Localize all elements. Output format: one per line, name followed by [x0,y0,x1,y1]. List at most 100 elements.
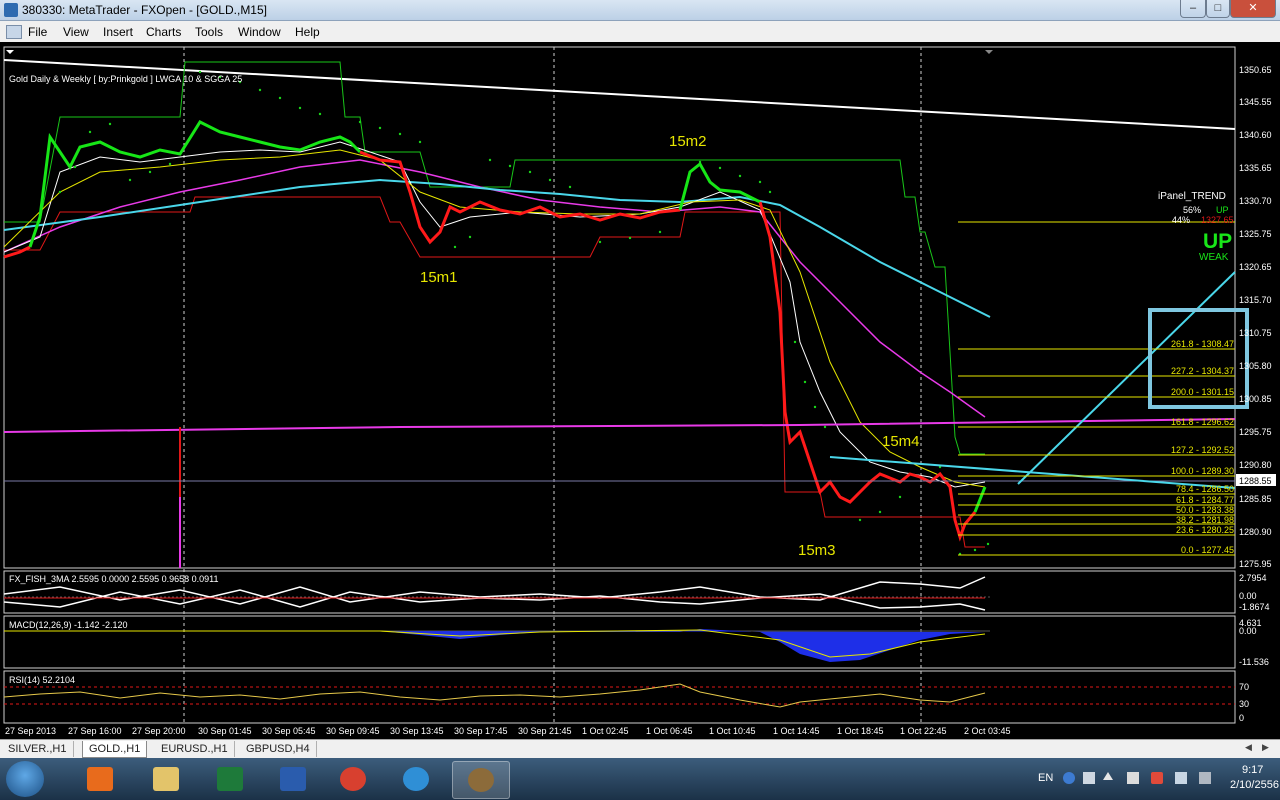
chart-window[interactable]: 261.8 - 1308.47 227.2 - 1304.37 200.0 - … [0,42,1280,739]
help-icon[interactable] [1063,772,1075,784]
ipanel-up-label: UP [1216,205,1229,215]
price-tick: 1310.75 [1239,328,1272,338]
menu-insert[interactable]: Insert [103,25,133,39]
time-tick: 1 Oct 10:45 [709,726,756,736]
fib-label: 38.2 - 1281.98 [1176,515,1234,525]
price-bull-3 [973,486,987,513]
time-tick: 1 Oct 22:45 [900,726,947,736]
menu-help[interactable]: Help [295,25,320,39]
fib-label: 78.4 - 1286.50 [1176,484,1234,494]
file-explorer-icon[interactable] [138,761,194,797]
menu-view[interactable]: View [63,25,89,39]
media-player-icon[interactable] [72,761,128,797]
document-icon[interactable] [6,25,22,39]
macd-histogram [380,629,985,662]
fib-label: 0.0 - 1277.45 [1181,545,1234,555]
clock-time: 9:17 [1242,764,1264,776]
ipanel-title: iPanel_TREND [1158,191,1226,202]
time-tick: 30 Sep 13:45 [390,726,444,736]
internet-explorer-icon[interactable] [388,761,444,797]
rsi-tick: 0 [1239,713,1244,723]
taskbar: EN 9:17 2/10/2556 [0,758,1280,800]
fish-label: FX_FISH_3MA 2.5595 0.0000 2.5595 0.9658 … [9,574,219,584]
start-button[interactable] [6,761,44,797]
tab-silver[interactable]: SILVER.,H1 [2,741,74,757]
menu-bar: File View Insert Charts Tools Window Hel… [0,21,1280,60]
time-tick: 27 Sep 16:00 [68,726,122,736]
maximize-button[interactable]: □ [1206,0,1230,18]
volume-icon[interactable] [1151,772,1163,784]
time-tick: 2 Oct 03:45 [964,726,1011,736]
macd-tick: -11.536 [1239,657,1269,667]
metatrader-taskbar-icon[interactable] [452,761,510,799]
price-tick: 1315.70 [1239,295,1272,305]
menu-file[interactable]: File [28,25,47,39]
excel-icon[interactable] [202,761,258,797]
price-tick: 1295.75 [1239,427,1272,437]
menu-window[interactable]: Window [238,25,281,39]
price-tick: 1305.80 [1239,361,1272,371]
fib-label: 200.0 - 1301.15 [1171,387,1234,397]
time-tick: 30 Sep 21:45 [518,726,572,736]
tab-eurusd[interactable]: EURUSD.,H1 [155,741,235,757]
ma-white [3,141,986,488]
show-hidden-icons-icon[interactable] [1103,772,1113,780]
wave-label-15m2: 15m2 [669,133,707,150]
chrome-icon[interactable] [325,761,381,797]
fib-label: 127.2 - 1292.52 [1171,445,1234,455]
ipanel-trend-big: UP [1203,230,1232,253]
parabolic-dots [58,70,990,556]
ipanel-strength: WEAK [1199,252,1229,263]
tools-icon[interactable] [1083,772,1095,784]
price-tick: 1320.65 [1239,262,1272,272]
time-axis: 27 Sep 2013 27 Sep 16:00 27 Sep 20:00 30… [5,726,1011,736]
price-tick: 1340.60 [1239,130,1272,140]
fish-tick: 2.7954 [1239,573,1267,583]
clock[interactable]: 9:17 2/10/2556 [1230,763,1280,793]
macd-tick: 0.00 [1239,626,1257,636]
rsi-label: RSI(14) 52.2104 [9,675,75,685]
ipanel-trend: iPanel_TREND 56% UP 44% 1327.65 UP WEAK [1158,191,1234,263]
price-tick: 1290.80 [1239,460,1272,470]
window-title: 380330: MetaTrader - FXOpen - [GOLD.,M15… [22,3,267,17]
wave-label-15m1: 15m1 [420,269,458,286]
language-indicator[interactable]: EN [1038,772,1053,784]
word-icon[interactable] [265,761,321,797]
metatrader-app-icon [4,3,18,17]
time-tick: 1 Oct 06:45 [646,726,693,736]
price-axis: 1350.65 1345.55 1340.60 1335.65 1330.70 … [1239,65,1272,569]
price-bear-1 [359,150,681,245]
wave-label-15m4: 15m4 [882,433,920,450]
chart-canvas[interactable]: 261.8 - 1308.47 227.2 - 1304.37 200.0 - … [0,42,1280,739]
current-price: 1288.55 [1239,476,1272,486]
minimize-button[interactable]: – [1180,0,1206,18]
menu-charts[interactable]: Charts [146,25,181,39]
ma-yellow [3,149,986,488]
time-tick: 30 Sep 17:45 [454,726,508,736]
fib-label: 161.8 - 1296.62 [1171,417,1234,427]
time-tick: 30 Sep 05:45 [262,726,316,736]
tab-gbpusd[interactable]: GBPUSD,H4 [240,741,317,757]
time-tick: 1 Oct 02:45 [582,726,629,736]
fish-tick: 0.00 [1239,591,1257,601]
macd-label: MACD(12,26,9) -1.142 -2.120 [9,620,128,630]
ma-cyan [3,178,991,318]
system-tray: EN 9:17 2/10/2556 [1030,758,1280,800]
wave-label-15m3: 15m3 [798,542,836,559]
price-tick: 1275.95 [1239,559,1272,569]
tab-scroll-left-icon[interactable]: ◀ [1245,742,1257,754]
time-tick: 30 Sep 09:45 [326,726,380,736]
fib-label: 227.2 - 1304.37 [1171,366,1234,376]
ipanel-down-percent: 44% [1172,215,1190,225]
close-button[interactable]: ✕ [1230,0,1276,18]
ipanel-price: 1327.65 [1201,215,1234,225]
menu-tools[interactable]: Tools [195,25,223,39]
network-icon[interactable] [1175,772,1187,784]
action-center-icon[interactable] [1127,772,1139,784]
title-bar: 380330: MetaTrader - FXOpen - [GOLD.,M15… [0,0,1280,21]
clock-date: 2/10/2556 [1230,779,1279,791]
indicator-title: Gold Daily & Weekly [ by:Prinkgold ] LWG… [9,74,242,84]
tab-gold[interactable]: GOLD.,H1 [82,741,148,758]
power-icon[interactable] [1199,772,1211,784]
tab-scroll-right-icon[interactable]: ▶ [1262,742,1274,754]
